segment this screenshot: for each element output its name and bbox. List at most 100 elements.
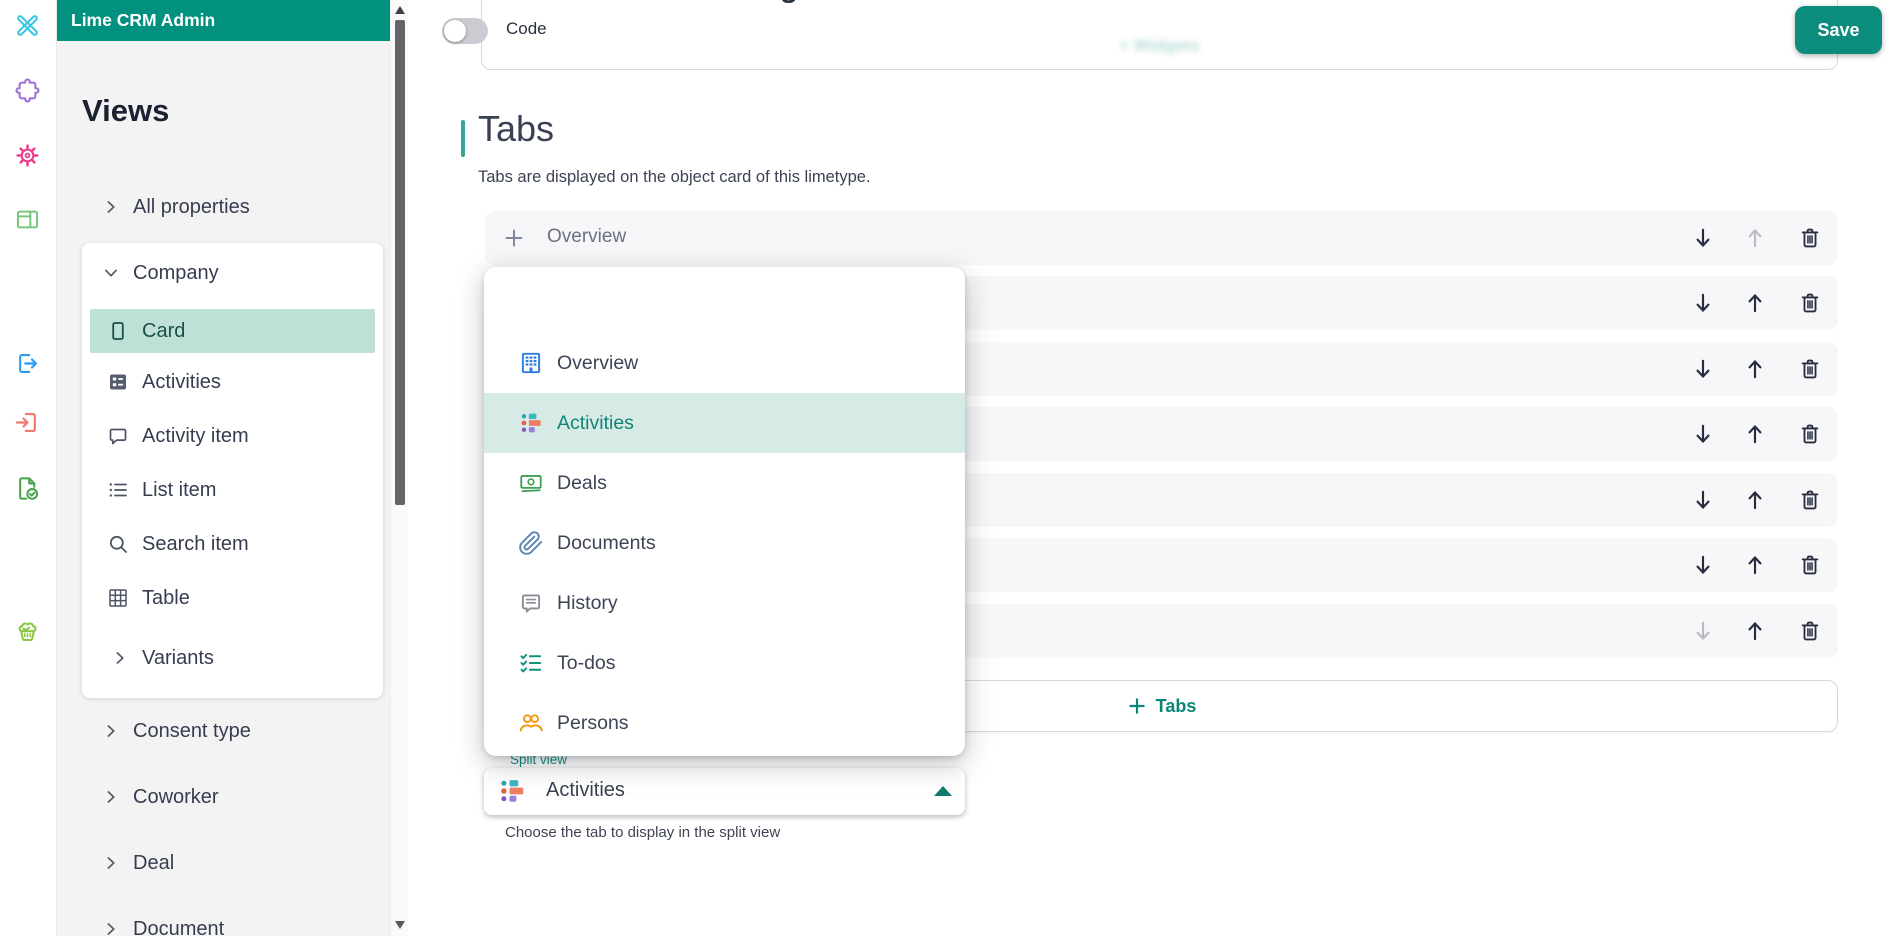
sidebar-item-search-item[interactable]: Search item [82, 522, 383, 566]
sidebar-item-label: Document [133, 917, 225, 936]
app-title-bar: Lime CRM Admin [57, 0, 390, 41]
dropdown-item-activities[interactable]: Activities [484, 393, 965, 453]
delete-trash-icon[interactable] [1797, 290, 1823, 316]
sidebar-item-list-item[interactable]: List item [82, 468, 383, 512]
scrollbar-thumb[interactable] [395, 20, 405, 505]
save-button[interactable]: Save [1795, 6, 1882, 54]
search-icon [106, 532, 130, 556]
dropdown-item-label: Overview [557, 351, 639, 374]
people-icon [518, 710, 544, 736]
sidebar-item-activities[interactable]: Activities [82, 360, 383, 404]
widgets-section-card: Widgets + Widgets [481, 0, 1838, 70]
dropdown-item-persons[interactable]: Persons [484, 693, 965, 753]
split-view-select[interactable]: Activities [484, 768, 965, 815]
move-down-icon[interactable] [1690, 552, 1716, 578]
add-widgets-ghost-button: + Widgets [1119, 36, 1200, 55]
speech-bubble-icon [106, 424, 130, 448]
dropdown-item-overview[interactable]: Overview [484, 333, 965, 393]
delete-trash-icon[interactable] [1797, 421, 1823, 447]
sidebar-item-consent-type[interactable]: Consent type [100, 717, 251, 745]
puzzle-icon[interactable] [14, 77, 41, 104]
split-view-selected-value: Activities [546, 779, 625, 801]
tabs-section-title: Tabs [478, 108, 555, 149]
move-up-icon[interactable] [1742, 552, 1768, 578]
move-up-icon[interactable] [1742, 487, 1768, 513]
export-icon[interactable] [14, 350, 41, 377]
company-group-card: Company Card Activities Activity item Li… [82, 243, 383, 698]
sidebar-item-label: Coworker [133, 785, 219, 808]
expand-plus-icon[interactable] [502, 226, 526, 250]
activities-icon [497, 776, 527, 806]
banknote-icon [518, 470, 544, 496]
icon-rail [0, 0, 57, 936]
code-toggle[interactable] [442, 18, 488, 44]
collapse-caret-icon[interactable] [934, 786, 952, 796]
card-icon [106, 319, 130, 343]
delete-trash-icon[interactable] [1797, 487, 1823, 513]
dropdown-item-history[interactable]: History [484, 573, 965, 633]
dropdown-item-todos[interactable]: To-dos [484, 633, 965, 693]
building-icon [518, 350, 544, 376]
move-up-icon[interactable] [1742, 290, 1768, 316]
sidebar-item-label: Activities [142, 370, 221, 393]
dropdown-item-documents[interactable]: Documents [484, 513, 965, 573]
sidebar-item-document[interactable]: Document [100, 915, 224, 936]
sidebar-item-card[interactable]: Card [90, 309, 375, 353]
gear-icon[interactable] [14, 142, 41, 169]
sidebar-item-company[interactable]: Company [100, 259, 219, 287]
sidebar-item-activity-item[interactable]: Activity item [82, 414, 383, 458]
delete-trash-icon[interactable] [1797, 225, 1823, 251]
sidebar-item-label: Card [142, 319, 186, 342]
move-down-icon[interactable] [1690, 356, 1716, 382]
document-check-icon[interactable] [14, 475, 41, 502]
code-toggle-label: Code [506, 19, 547, 38]
sidebar-item-label: All properties [133, 195, 250, 218]
sidebar-item-all-properties[interactable]: All properties [100, 193, 250, 221]
cupcake-icon[interactable] [14, 619, 41, 646]
delete-trash-icon[interactable] [1797, 618, 1823, 644]
import-icon[interactable] [14, 409, 41, 436]
move-down-icon[interactable] [1690, 225, 1716, 251]
table-grid-icon [106, 586, 130, 610]
split-view-helper-text: Choose the tab to display in the split v… [505, 824, 781, 841]
dropdown-item-label: Documents [557, 531, 656, 554]
page-title: Views [82, 93, 170, 128]
move-down-icon[interactable] [1690, 290, 1716, 316]
move-up-icon[interactable] [1742, 421, 1768, 447]
delete-trash-icon[interactable] [1797, 552, 1823, 578]
delete-trash-icon[interactable] [1797, 356, 1823, 382]
sidebar-item-variants[interactable]: Variants [109, 644, 214, 672]
dropdown-item-label: History [557, 591, 618, 614]
sidebar-item-label: Company [133, 261, 219, 284]
design-tools-icon[interactable] [14, 12, 41, 39]
chevron-right-icon [100, 720, 122, 742]
tab-type-dropdown: Overview Activities Deals Documents Hist… [484, 267, 965, 756]
chevron-right-icon [100, 786, 122, 808]
section-accent-bar [461, 120, 465, 157]
sidebar-item-label: List item [142, 478, 217, 501]
move-down-icon[interactable] [1690, 421, 1716, 447]
move-up-icon[interactable] [1742, 618, 1768, 644]
scrollbar-up-arrow-icon[interactable] [395, 6, 405, 14]
toggle-knob [444, 20, 466, 42]
chevron-right-icon [109, 647, 131, 669]
tab-row[interactable]: Overview [485, 211, 1838, 265]
move-down-icon[interactable] [1690, 487, 1716, 513]
dropdown-item-label: Deals [557, 471, 607, 494]
sidebar: Lime CRM Admin Views All properties Comp… [57, 0, 390, 936]
move-up-icon[interactable] [1742, 356, 1768, 382]
paperclip-icon [518, 530, 544, 556]
layout-icon[interactable] [14, 206, 41, 233]
clipped-section-heading: Widgets [725, 0, 841, 5]
sidebar-item-label: Activity item [142, 424, 249, 447]
scrollbar-down-arrow-icon[interactable] [395, 921, 405, 929]
activities-icon [518, 410, 544, 436]
sidebar-item-table[interactable]: Table [82, 576, 383, 620]
chevron-right-icon [100, 918, 122, 936]
sidebar-item-label: Search item [142, 532, 249, 555]
sidebar-item-deal[interactable]: Deal [100, 849, 174, 877]
chevron-down-icon [100, 262, 122, 284]
sidebar-item-coworker[interactable]: Coworker [100, 783, 219, 811]
dropdown-item-deals[interactable]: Deals [484, 453, 965, 513]
sidebar-scrollbar[interactable] [390, 0, 408, 936]
